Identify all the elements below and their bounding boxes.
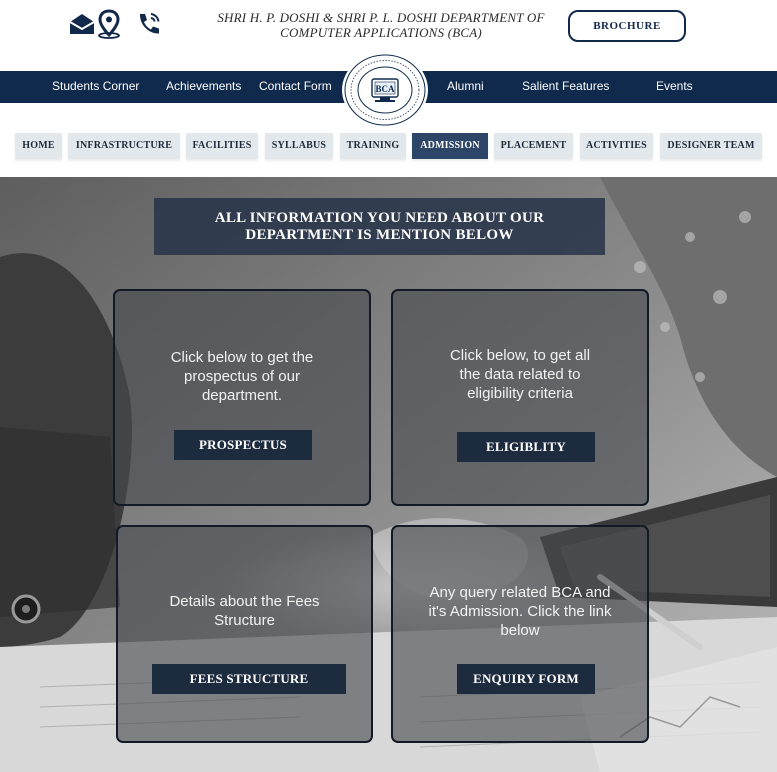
- nav-events[interactable]: Events: [656, 71, 693, 103]
- nav-students-corner[interactable]: Students Corner: [52, 71, 139, 103]
- department-title-line2: COMPUTER APPLICATIONS (BCA): [280, 25, 482, 40]
- info-banner: ALL INFORMATION YOU NEED ABOUT OUR DEPAR…: [154, 198, 605, 255]
- bca-emblem-icon: BCA: [344, 54, 426, 126]
- tab-training[interactable]: TRAINING: [340, 133, 406, 159]
- enquiry-card-text: Any query related BCA and it's Admission…: [393, 583, 647, 640]
- department-logo[interactable]: BCA: [342, 52, 428, 128]
- card-text-line: prospectus of our: [184, 368, 300, 385]
- brochure-button[interactable]: BROCHURE: [568, 10, 686, 42]
- tab-admission[interactable]: ADMISSION: [412, 133, 488, 159]
- tab-designer-team[interactable]: DESIGNER TEAM: [660, 133, 762, 159]
- tab-infrastructure[interactable]: INFRASTRUCTURE: [68, 133, 180, 159]
- fees-structure-card-text: Details about the Fees Structure: [118, 592, 371, 630]
- nav-achievements[interactable]: Achievements: [166, 71, 241, 103]
- prospectus-card-text: Click below to get the prospectus of our…: [115, 348, 369, 405]
- department-title-line1: SHRI H. P. DOSHI & SHRI P. L. DOSHI DEPA…: [217, 10, 545, 25]
- card-text-line: Click below to get the: [170, 349, 314, 366]
- department-title: SHRI H. P. DOSHI & SHRI P. L. DOSHI DEPA…: [190, 10, 572, 40]
- prospectus-button[interactable]: PROSPECTUS: [174, 430, 312, 460]
- card-text-line: below: [500, 622, 540, 639]
- card-text-line: department.: [201, 387, 283, 404]
- card-text-line: Details about the Fees: [169, 593, 320, 610]
- card-text-line: it's Admission. Click the link: [428, 603, 612, 620]
- card-text-line: the data related to: [459, 366, 581, 383]
- tab-home[interactable]: HOME: [15, 133, 62, 159]
- prospectus-card: Click below to get the prospectus of our…: [113, 289, 371, 506]
- enquiry-form-button[interactable]: ENQUIRY FORM: [457, 664, 595, 694]
- nav-alumni[interactable]: Alumni: [447, 71, 484, 103]
- phone-icon[interactable]: [136, 11, 164, 37]
- info-banner-line2: DEPARTMENT IS MENTION BELOW: [245, 226, 514, 243]
- nav-salient-features[interactable]: Salient Features: [522, 71, 609, 103]
- tab-syllabus[interactable]: SYLLABUS: [265, 133, 333, 159]
- info-banner-line1: ALL INFORMATION YOU NEED ABOUT OUR: [214, 209, 545, 226]
- card-text-line: eligibility criteria: [467, 385, 573, 402]
- card-text-line: Click below, to get all: [449, 347, 591, 364]
- card-text-line: Structure: [214, 612, 275, 629]
- eligibility-card-text: Click below, to get all the data related…: [393, 346, 647, 403]
- tab-placement[interactable]: PLACEMENT: [494, 133, 573, 159]
- eligibility-button[interactable]: ELIGIBLITY: [457, 432, 595, 462]
- tab-activities[interactable]: ACTIVITIES: [580, 133, 653, 159]
- tab-facilities[interactable]: FACILITIES: [186, 133, 258, 159]
- enquiry-card: Any query related BCA and it's Admission…: [391, 525, 649, 743]
- emblem-text: BCA: [375, 84, 395, 94]
- nav-contact-form[interactable]: Contact Form: [259, 71, 332, 103]
- card-text-line: Any query related BCA and: [429, 584, 611, 601]
- admission-hero: ALL INFORMATION YOU NEED ABOUT OUR DEPAR…: [0, 177, 777, 772]
- location-pin-icon[interactable]: [96, 9, 122, 39]
- fees-structure-card: Details about the Fees Structure FEES ST…: [116, 525, 373, 743]
- mail-icon[interactable]: [68, 12, 96, 36]
- eligibility-card: Click below, to get all the data related…: [391, 289, 649, 506]
- fees-structure-button[interactable]: FEES STRUCTURE: [152, 664, 346, 694]
